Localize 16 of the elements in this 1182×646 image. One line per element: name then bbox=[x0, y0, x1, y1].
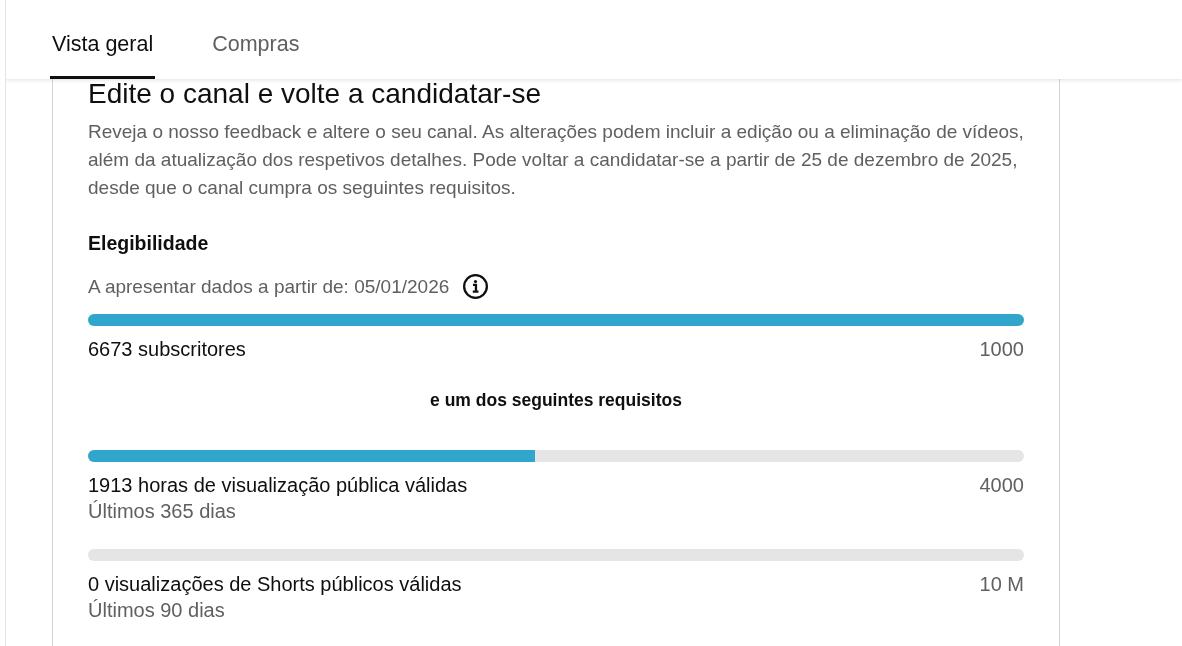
requirement-label: 1913 horas de visualização pública válidas bbox=[88, 473, 468, 498]
requirement-target: 4000 bbox=[979, 473, 1024, 498]
tab[interactable]: Vista geral bbox=[50, 0, 156, 79]
requirement-label: 0 visualizações de Shorts públicos válidas bbox=[88, 572, 462, 597]
requirement-connector-text: e um dos seguintes requisitos bbox=[429, 389, 683, 412]
info-icon[interactable] bbox=[463, 274, 489, 299]
data-date-note: A apresentar dados a partir de: 05/01/2026 bbox=[88, 274, 450, 299]
card-title: Edite o canal e volte a candidatar-se bbox=[88, 79, 542, 109]
requirement-target: 1000 bbox=[979, 337, 1024, 362]
requirement-period: Últimos 365 dias bbox=[88, 499, 237, 524]
requirement-target: 10 M bbox=[979, 572, 1024, 597]
description-text: Reveja o nosso feedback e altere o seu canal. As alterações podem incluir a edição ou a eliminação de vídeos, além da atualização dos respetivos detalhes. Pode voltar a candidatar-se a partir de 25 de dezembro de 2025, desde que o canal cumpra os seguintes requisitos. bbox=[88, 120, 1025, 200]
tab[interactable]: Compras bbox=[210, 0, 302, 79]
section-heading: Elegibilidade bbox=[88, 231, 210, 255]
requirement-period: Últimos 90 dias bbox=[88, 598, 226, 623]
requirement-label: 6673 subscritores bbox=[88, 337, 246, 362]
